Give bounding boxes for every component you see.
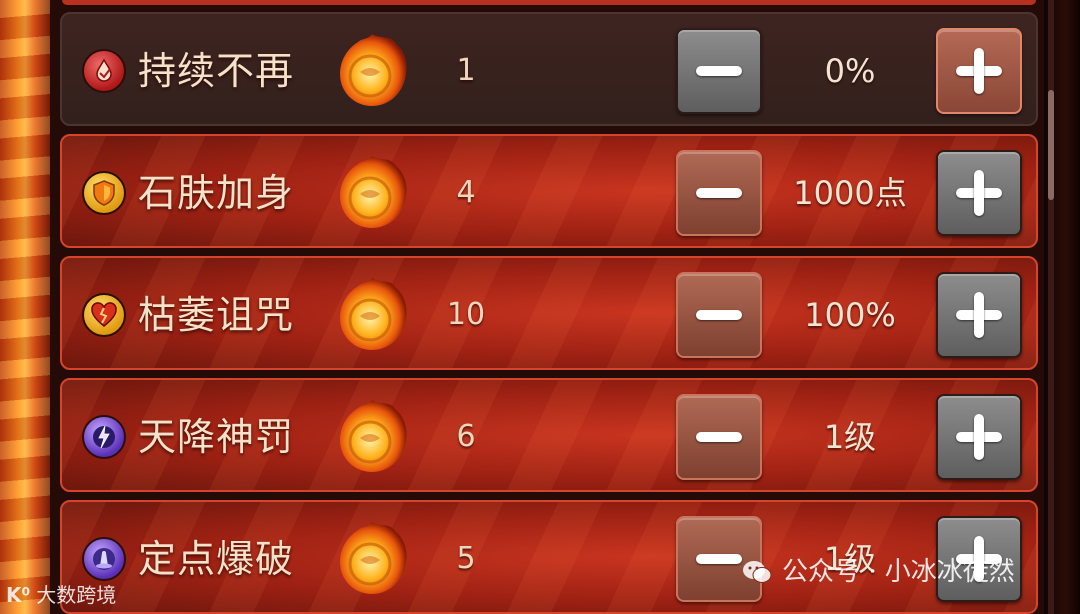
minus-icon	[696, 432, 742, 442]
increase-button[interactable]	[936, 394, 1022, 480]
increase-button[interactable]	[936, 272, 1022, 358]
fireball-icon	[330, 150, 414, 234]
minus-icon	[696, 554, 742, 564]
skill-name: 石肤加身	[138, 171, 295, 215]
skill-row-2[interactable]: 枯萎诅咒 10 100%	[60, 256, 1038, 370]
plus-icon	[956, 292, 1002, 338]
plus-icon	[956, 170, 1002, 216]
fireball-icon	[330, 394, 414, 478]
previous-row-edge	[62, 0, 1036, 5]
increase-button[interactable]	[936, 150, 1022, 236]
fireball-icon	[330, 516, 414, 600]
skill-row-3[interactable]: 天降神罚 6 1级	[60, 378, 1038, 492]
fireball-icon	[330, 272, 414, 356]
skill-value: 1级	[823, 418, 877, 456]
blast-icon	[82, 537, 126, 581]
broken-heart-icon	[82, 293, 126, 337]
fireball-icon	[330, 28, 414, 112]
skill-count: 10	[446, 297, 486, 332]
wechat-icon	[743, 561, 772, 583]
decrease-button[interactable]	[676, 394, 762, 480]
minus-icon	[696, 66, 742, 76]
lightning-icon	[82, 415, 126, 459]
watermark-right-text: 公众号 · 小冰冰徒然	[782, 557, 1015, 587]
plus-icon	[956, 414, 1002, 460]
watermark-logo: K⁰	[6, 583, 31, 607]
plus-icon	[956, 48, 1002, 94]
skill-row-1[interactable]: 石肤加身 4 1000点	[60, 134, 1038, 248]
blood-drop-icon	[82, 49, 126, 93]
decrease-button[interactable]	[676, 28, 762, 114]
skill-value: 100%	[804, 296, 896, 334]
skill-name: 持续不再	[138, 49, 295, 93]
decrease-button[interactable]	[676, 272, 762, 358]
watermark-right: 公众号 · 小冰冰徒然	[742, 552, 1015, 592]
shield-icon	[82, 171, 126, 215]
skill-name: 枯萎诅咒	[138, 293, 295, 337]
skill-name: 天降神罚	[138, 415, 295, 459]
minus-icon	[696, 310, 742, 320]
skill-name: 定点爆破	[138, 537, 295, 581]
watermark-left: K⁰ 大数跨境	[6, 580, 116, 610]
minus-icon	[696, 188, 742, 198]
watermark-left-text: 大数跨境	[36, 583, 117, 607]
increase-button[interactable]	[936, 28, 1022, 114]
skill-count: 6	[456, 419, 476, 454]
skill-value: 0%	[824, 52, 876, 90]
skill-row-0[interactable]: 持续不再 1 0%	[60, 12, 1038, 126]
decrease-button[interactable]	[676, 150, 762, 236]
scrollbar-thumb[interactable]	[1048, 90, 1054, 200]
skill-value: 1000点	[793, 174, 907, 212]
skill-count: 5	[456, 541, 476, 576]
skill-count: 1	[456, 53, 476, 88]
scrollbar[interactable]	[1048, 0, 1054, 614]
skill-count: 4	[456, 175, 476, 210]
left-fire-border	[0, 0, 50, 614]
